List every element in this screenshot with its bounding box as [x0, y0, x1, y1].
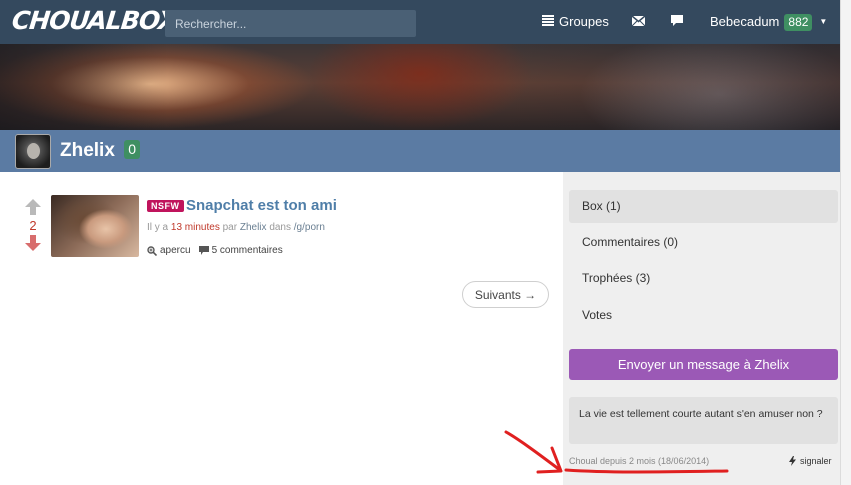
- meta-in: dans: [269, 222, 291, 233]
- banner-overlay: [0, 44, 840, 130]
- nav-groups-label: Groupes: [559, 14, 609, 29]
- tab-box[interactable]: Box (1): [569, 190, 838, 223]
- nsfw-tag: NSFW: [147, 200, 184, 212]
- report-link[interactable]: signaler: [789, 456, 832, 466]
- nav-groups[interactable]: Groupes: [542, 14, 609, 30]
- profile-name: Zhelix 0: [60, 140, 140, 162]
- post-group-link[interactable]: /g/porn: [294, 222, 325, 233]
- preview-link[interactable]: apercu: [147, 245, 191, 256]
- red-arrow-annotation: [504, 430, 563, 474]
- post-meta: Il y a 13 minutes par Zhelix dans /g/por…: [147, 222, 325, 233]
- nav-user-menu[interactable]: Bebecadum 882 ▼: [710, 13, 828, 31]
- profile-bar: Zhelix 0: [0, 130, 840, 172]
- avatar[interactable]: [15, 134, 51, 169]
- tab-votes[interactable]: Votes: [569, 299, 838, 332]
- lightning-icon: [789, 456, 796, 466]
- next-page-button[interactable]: Suivants →: [462, 281, 549, 308]
- comment-icon: [198, 246, 209, 255]
- post-time: 13 minutes: [170, 222, 220, 233]
- vote-widget: 2: [24, 199, 42, 251]
- member-since: Choual depuis 2 mois (18/06/2014): [569, 456, 710, 466]
- vote-count: 2: [29, 218, 37, 233]
- meta-prefix: Il y a: [147, 222, 169, 233]
- downvote-arrow-icon[interactable]: [24, 235, 42, 251]
- send-message-button[interactable]: Envoyer un message à Zhelix: [569, 349, 838, 380]
- zoom-icon: [147, 245, 157, 256]
- chat-bubble-icon: [671, 14, 683, 30]
- top-navbar: CHOUALBOX Groupes Bebecadum 882 ▼: [0, 0, 840, 44]
- nav-chat[interactable]: [671, 14, 683, 30]
- post-actions: apercu 5 commentaires: [147, 245, 283, 256]
- user-points-badge: 882: [784, 13, 813, 31]
- comments-label: 5 commentaires: [211, 245, 283, 256]
- list-icon: [542, 14, 554, 30]
- caret-down-icon: ▼: [819, 17, 828, 26]
- report-label: signaler: [800, 456, 832, 466]
- nav-messages[interactable]: [631, 14, 646, 30]
- upvote-arrow-icon[interactable]: [24, 199, 42, 215]
- comments-link[interactable]: 5 commentaires: [198, 245, 283, 256]
- nav-username: Bebecadum: [710, 14, 780, 29]
- post-thumbnail[interactable]: [51, 195, 139, 257]
- tab-trophies[interactable]: Trophées (3): [569, 262, 838, 295]
- profile-username: Zhelix: [60, 140, 115, 161]
- tab-comments[interactable]: Commentaires (0): [569, 226, 838, 259]
- meta-by: par: [222, 222, 238, 233]
- site-logo[interactable]: CHOUALBOX: [10, 6, 178, 35]
- preview-label: apercu: [160, 245, 191, 256]
- avatar-face: [27, 143, 40, 159]
- post-title-link[interactable]: Snapchat est ton ami: [186, 197, 337, 214]
- post-author-link[interactable]: Zhelix: [240, 222, 267, 233]
- scrollbar[interactable]: [840, 0, 851, 485]
- page: CHOUALBOX Groupes Bebecadum 882 ▼: [0, 0, 851, 485]
- search-input[interactable]: [165, 10, 416, 37]
- envelope-icon: [631, 14, 646, 30]
- profile-score-badge: 0: [124, 140, 140, 159]
- profile-bio: La vie est tellement courte autant s'en …: [569, 397, 838, 444]
